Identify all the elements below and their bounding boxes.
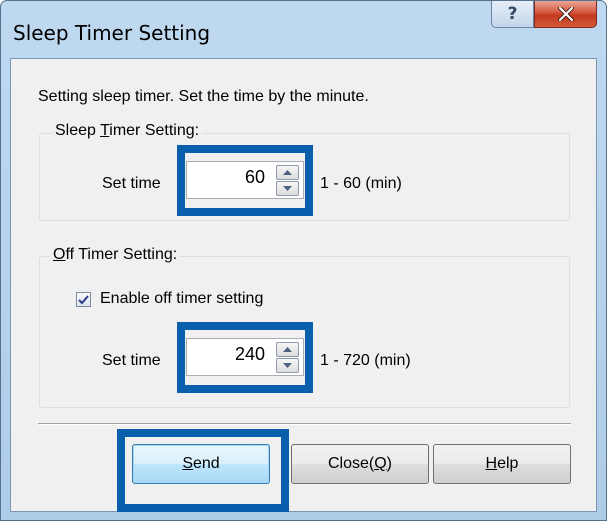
down-arrow-icon — [283, 186, 292, 191]
send-button[interactable]: Send — [132, 444, 270, 484]
help-button-label: Help — [485, 455, 519, 472]
off-spin-up-button[interactable] — [276, 342, 299, 357]
help-button[interactable]: Help — [433, 444, 571, 484]
off-spin-buttons — [276, 342, 299, 374]
off-timer-spinbox[interactable]: 240 — [186, 338, 304, 376]
enable-off-timer-label[interactable]: Enable off timer setting — [100, 290, 263, 308]
close-caption-button[interactable] — [534, 1, 597, 28]
enable-off-timer-checkbox[interactable] — [76, 292, 91, 307]
sleep-spin-up-button[interactable] — [276, 165, 299, 180]
send-button-label: Send — [182, 455, 220, 472]
intro-text: Setting sleep timer. Set the time by the… — [38, 88, 369, 105]
window-title: Sleep Timer Setting — [13, 21, 211, 45]
sleep-set-time-label: Set time — [102, 175, 161, 192]
off-set-time-label: Set time — [102, 352, 161, 369]
up-arrow-icon — [283, 347, 292, 352]
up-arrow-icon — [283, 170, 292, 175]
checkmark-icon — [78, 294, 89, 304]
sleep-timer-spinbox[interactable]: 60 — [186, 161, 304, 199]
sleep-spin-down-button[interactable] — [276, 181, 299, 196]
button-divider — [38, 423, 571, 425]
help-caption-button[interactable]: ? — [491, 1, 534, 28]
question-mark-icon: ? — [507, 4, 518, 24]
sleep-range-label: 1 - 60 (min) — [320, 175, 402, 192]
title-bar[interactable]: Sleep Timer Setting ? — [1, 1, 606, 57]
off-spin-down-button[interactable] — [276, 358, 299, 373]
off-timer-group-title: Off Timer Setting: — [50, 246, 181, 264]
sleep-timer-value: 60 — [244, 167, 265, 187]
close-button-label: Close(Q) — [327, 455, 392, 472]
caption-buttons: ? — [491, 1, 597, 29]
sleep-timer-group-title: Sleep Timer Setting: — [52, 122, 203, 140]
off-timer-value: 240 — [234, 344, 265, 364]
sleep-spin-buttons — [276, 165, 299, 197]
down-arrow-icon — [283, 363, 292, 368]
close-icon — [557, 7, 574, 21]
close-button[interactable]: Close(Q) — [291, 444, 429, 484]
off-range-label: 1 - 720 (min) — [320, 352, 411, 369]
